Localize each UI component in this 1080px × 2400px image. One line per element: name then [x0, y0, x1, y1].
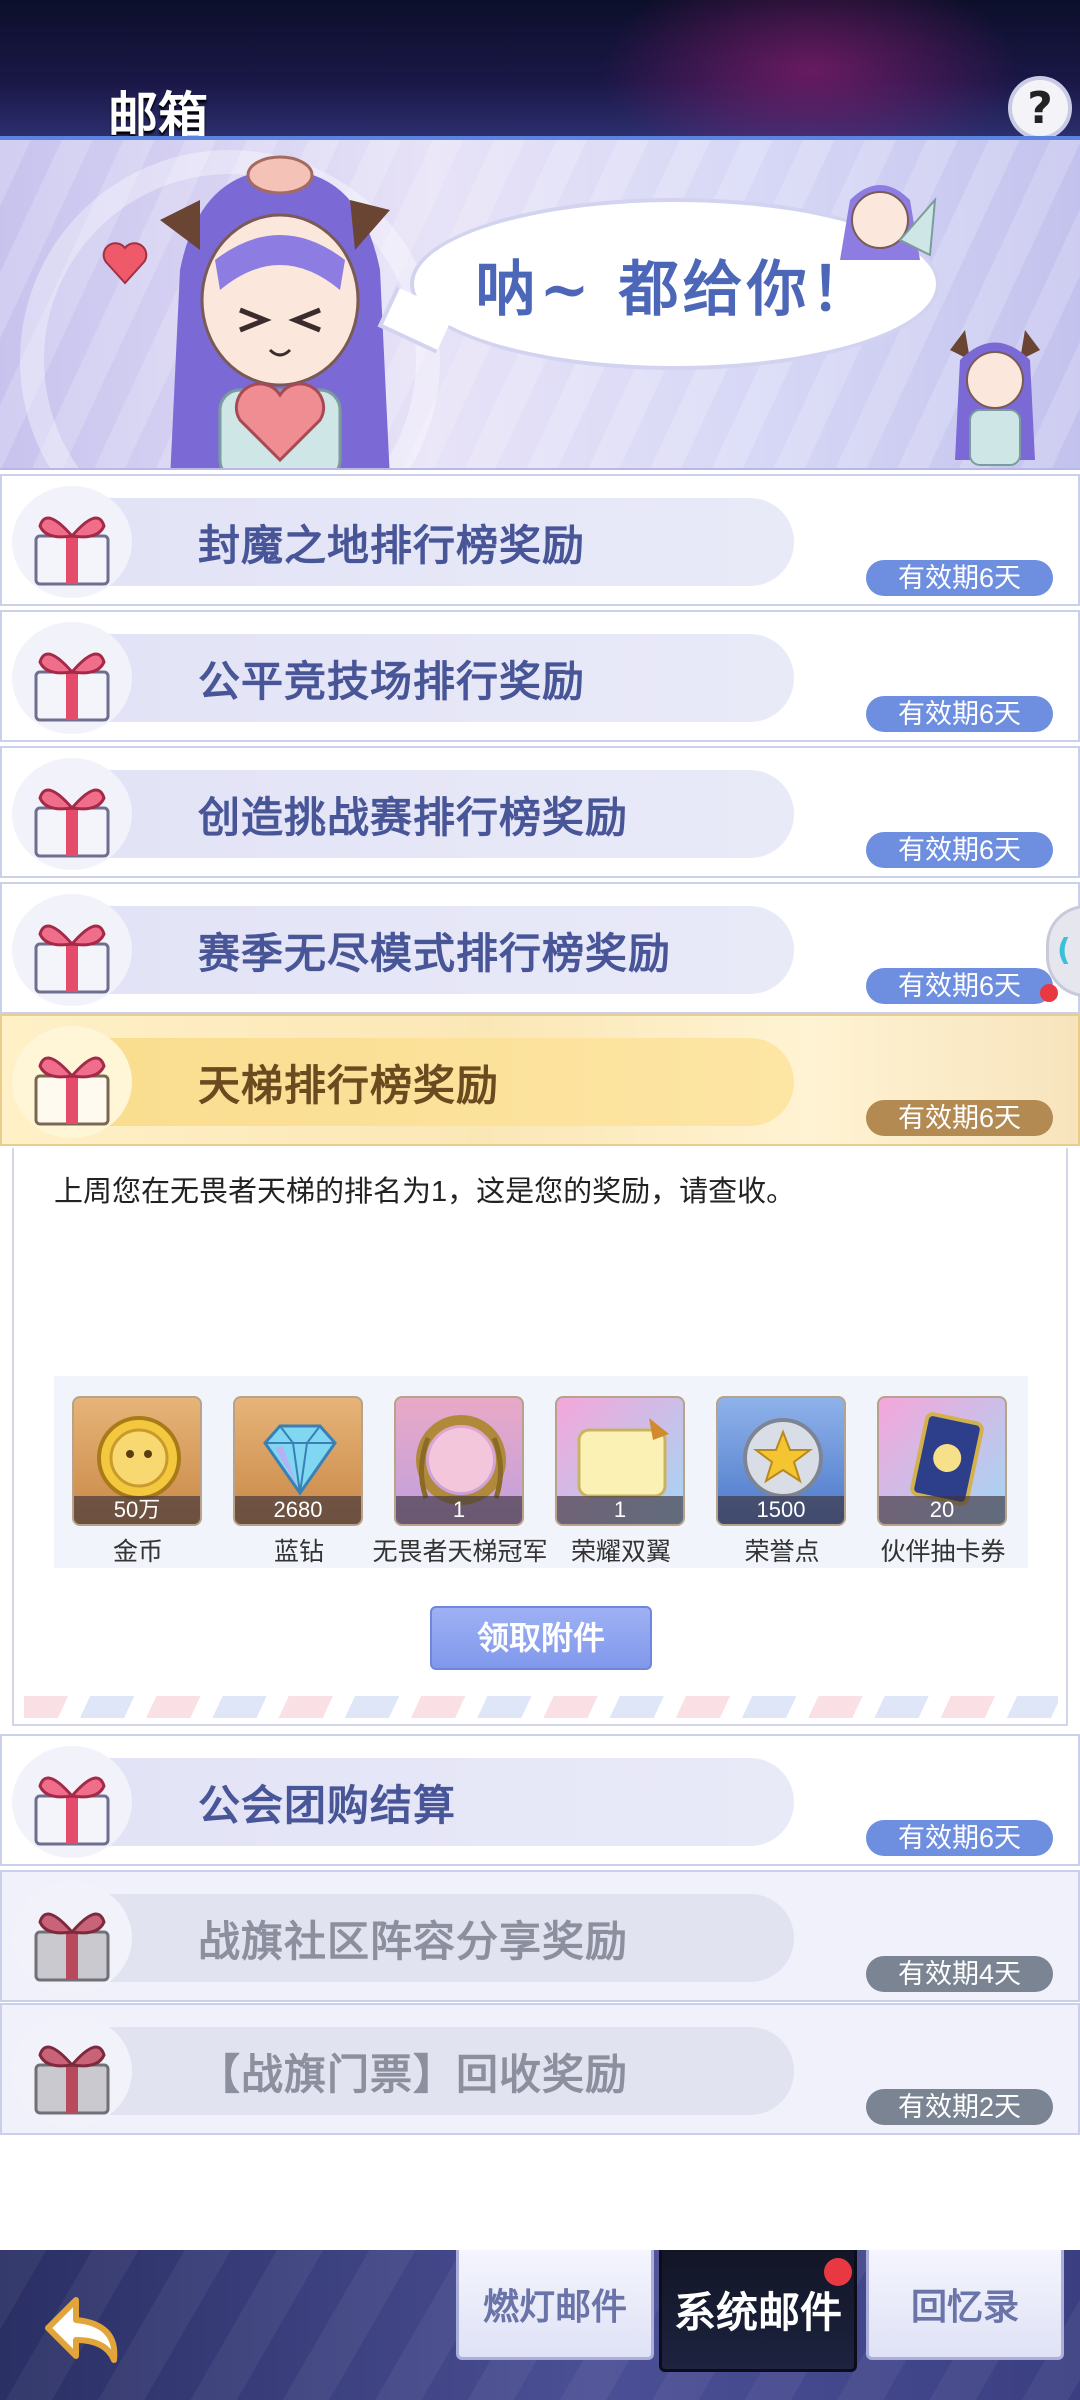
gift-icon: [12, 622, 132, 734]
expiry-badge: 有效期6天: [866, 968, 1053, 1004]
expiry-badge: 有效期6天: [866, 1820, 1053, 1856]
attachment-qty: 1: [396, 1496, 522, 1524]
header-bar: 邮箱 ?: [0, 0, 1080, 140]
gold-coin-icon: 50万: [72, 1396, 202, 1526]
gift-icon: [12, 1026, 132, 1138]
mail-subject: 创造挑战赛排行榜奖励: [198, 793, 629, 842]
expiry-badge: 有效期6天: [866, 560, 1053, 596]
attachment-item[interactable]: 1500 荣誉点: [716, 1396, 848, 1566]
mail-item-read[interactable]: 战旗社区阵容分享奖励 有效期4天: [0, 1870, 1080, 2002]
mail-subject: 公平竞技场排行奖励: [198, 657, 586, 706]
small-chibi-illustration: [840, 185, 937, 260]
tab-lantern-mail[interactable]: 燃灯邮件: [456, 2250, 654, 2360]
expiry-badge: 有效期4天: [866, 1956, 1053, 1992]
page-title: 邮箱: [108, 86, 208, 140]
attachment-item[interactable]: 20 伙伴抽卡券: [877, 1396, 1009, 1566]
gift-opened-icon: [12, 2015, 132, 2127]
attachments-list: 50万 金币 2680 蓝钻 1 无畏者天梯冠军 1 荣耀双翼 1500 荣誉点…: [54, 1376, 1028, 1568]
chibi-character-illustration: [160, 155, 390, 468]
tab-memoirs[interactable]: 回忆录: [866, 2250, 1064, 2360]
mail-item-selected[interactable]: 天梯排行榜奖励 有效期6天: [0, 1014, 1080, 1146]
speech-text: 呐~ 都给你！: [475, 254, 875, 325]
gift-icon: [12, 486, 132, 598]
mail-item[interactable]: 赛季无尽模式排行榜奖励 有效期6天: [0, 882, 1080, 1014]
back-arrow-icon[interactable]: [36, 2280, 136, 2380]
expiry-badge: 有效期6天: [866, 832, 1053, 868]
mail-item[interactable]: 公会团购结算 有效期6天: [0, 1734, 1080, 1866]
attachment-qty: 2680: [235, 1496, 361, 1524]
attachment-qty: 50万: [74, 1496, 200, 1524]
mail-subject: 公会团购结算: [198, 1781, 457, 1830]
attachment-item[interactable]: 2680 蓝钻: [233, 1396, 365, 1566]
honor-star-icon: 1500: [716, 1396, 846, 1526]
attachment-qty: 1500: [718, 1496, 844, 1524]
header-glow: [600, 0, 1020, 136]
mail-subject: 封魔之地排行榜奖励: [198, 521, 586, 570]
mail-item[interactable]: 封魔之地排行榜奖励 有效期6天: [0, 474, 1080, 606]
attachment-item[interactable]: 1 无畏者天梯冠军: [372, 1396, 548, 1566]
mail-subject: 赛季无尽模式排行榜奖励: [198, 929, 672, 978]
standing-chibi-illustration: [950, 330, 1040, 466]
blue-diamond-icon: 2680: [233, 1396, 363, 1526]
wings-card-icon: 1: [555, 1396, 685, 1526]
expiry-badge: 有效期6天: [866, 696, 1053, 732]
envelope-edge-decoration: [24, 1696, 1058, 1718]
mail-body-text: 上周您在无畏者天梯的排名为1，这是您的奖励，请查收。: [54, 1176, 796, 1208]
claim-attachments-button[interactable]: 领取附件: [430, 1606, 652, 1670]
mail-item-read[interactable]: 【战旗门票】回收奖励 有效期2天: [0, 2003, 1080, 2135]
attachment-name: 伙伴抽卡券: [880, 1538, 1006, 1566]
mail-item[interactable]: 创造挑战赛排行榜奖励 有效期6天: [0, 746, 1080, 878]
mail-item[interactable]: 公平竞技场排行奖励 有效期6天: [0, 610, 1080, 742]
gift-opened-icon: [12, 1882, 132, 1994]
gift-icon: [12, 1746, 132, 1858]
mailbox-banner: 呐~ 都给你！: [0, 140, 1080, 470]
bottom-bar: 燃灯邮件 系统邮件 回忆录: [0, 2250, 1080, 2400]
attachment-item[interactable]: 1 荣耀双翼: [555, 1396, 687, 1566]
gacha-ticket-icon: 20: [877, 1396, 1007, 1526]
attachment-qty: 1: [557, 1496, 683, 1524]
help-button[interactable]: ?: [1008, 76, 1072, 136]
tab-notification-dot: [824, 2258, 852, 2286]
mail-subject: 战旗社区阵容分享奖励: [198, 1917, 629, 1966]
expiry-badge: 有效期6天: [866, 1100, 1053, 1136]
mail-subject: 【战旗门票】回收奖励: [198, 2050, 629, 2099]
laurel-frame-icon: 1: [394, 1396, 524, 1526]
gift-icon: [12, 894, 132, 1006]
expiry-badge: 有效期2天: [866, 2089, 1053, 2125]
unread-dot: [1040, 984, 1058, 1002]
mail-detail-panel: 上周您在无畏者天梯的排名为1，这是您的奖励，请查收。 50万 金币 2680 蓝…: [12, 1148, 1068, 1726]
attachment-item[interactable]: 50万 金币: [72, 1396, 204, 1566]
gift-icon: [12, 758, 132, 870]
attachment-qty: 20: [879, 1496, 1005, 1524]
mail-subject: 天梯排行榜奖励: [198, 1061, 500, 1110]
